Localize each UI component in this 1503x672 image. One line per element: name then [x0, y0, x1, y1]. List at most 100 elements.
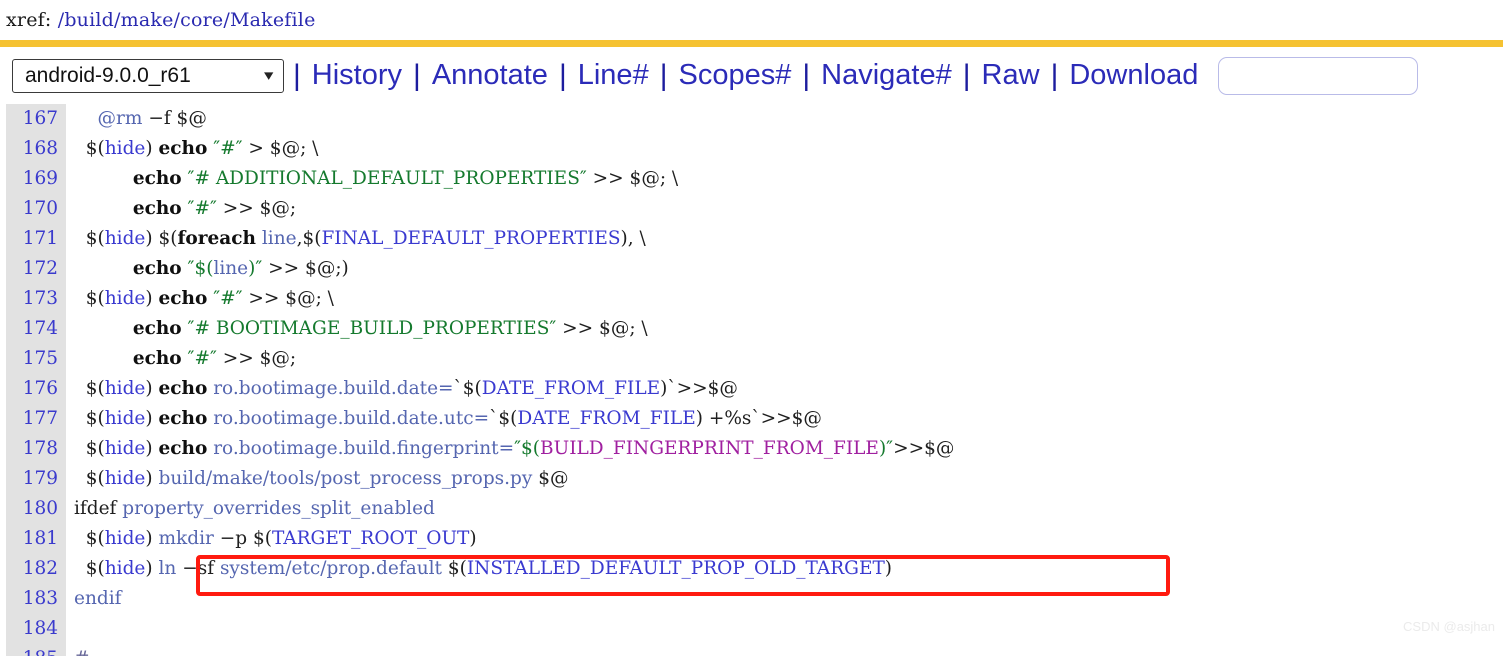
- code-token: >> $@; \: [242, 288, 334, 309]
- code-token: $(: [74, 438, 105, 459]
- toolbar-separator: |: [962, 58, 971, 92]
- line-number[interactable]: 172: [6, 254, 66, 284]
- code-token[interactable]: DATE_FROM_FILE: [482, 378, 660, 399]
- code-token: $@: [532, 468, 569, 489]
- code-token: $(: [74, 408, 105, 429]
- code-token[interactable]: hide: [105, 558, 146, 579]
- toolbar-separator: |: [1050, 58, 1059, 92]
- code-token: > $@; \: [242, 138, 319, 159]
- line-number[interactable]: 168: [6, 134, 66, 164]
- line-number[interactable]: 170: [6, 194, 66, 224]
- code-token: echo: [158, 408, 208, 429]
- code-line: 172 echo ″$(line)″ >> $@;): [0, 254, 1503, 284]
- line-number[interactable]: 177: [6, 404, 66, 434]
- line-source: [66, 618, 74, 639]
- code-token[interactable]: hide: [105, 468, 146, 489]
- code-token: −sf: [176, 558, 220, 579]
- toolbar-separator: |: [659, 58, 668, 92]
- code-token: >> $@; \: [556, 318, 648, 339]
- code-line: 184: [0, 614, 1503, 644]
- code-token: ): [145, 438, 159, 459]
- line-source: $(hide) echo ″#″ >> $@; \: [66, 288, 334, 309]
- code-token: endif: [74, 588, 122, 609]
- code-token: ″#″: [187, 198, 217, 219]
- code-token: −p $(: [213, 528, 272, 549]
- code-token[interactable]: hide: [105, 438, 146, 459]
- code-token: ) $(: [145, 228, 178, 249]
- toolbar-separator: |: [293, 58, 301, 92]
- toolbar-link-raw[interactable]: Raw: [980, 61, 1042, 90]
- toolbar-link-annotate[interactable]: Annotate: [430, 61, 550, 90]
- code-token: ): [469, 528, 477, 549]
- line-number[interactable]: 185: [6, 644, 66, 656]
- code-token: `$(: [489, 408, 518, 429]
- code-token[interactable]: hide: [105, 288, 146, 309]
- code-line: 181 $(hide) mkdir −p $(TARGET_ROOT_OUT): [0, 524, 1503, 554]
- code-token[interactable]: TARGET_ROOT_OUT: [272, 528, 469, 549]
- code-token[interactable]: hide: [105, 378, 146, 399]
- code-line: 176 $(hide) echo ro.bootimage.build.date…: [0, 374, 1503, 404]
- code-line: 185 #: [0, 644, 1503, 656]
- code-token[interactable]: hide: [105, 228, 146, 249]
- code-token: )`>>$@: [660, 378, 738, 399]
- line-number[interactable]: 171: [6, 224, 66, 254]
- code-token: foreach: [177, 228, 256, 249]
- watermark: CSDN @asjhan: [1403, 619, 1495, 634]
- code-token[interactable]: INSTALLED_DEFAULT_PROP_OLD_TARGET: [467, 558, 885, 579]
- line-number[interactable]: 182: [6, 554, 66, 584]
- code-token[interactable]: hide: [105, 408, 146, 429]
- code-token: ): [145, 468, 159, 489]
- line-number[interactable]: 181: [6, 524, 66, 554]
- line-number[interactable]: 184: [6, 614, 66, 644]
- code-token[interactable]: DATE_FROM_FILE: [517, 408, 695, 429]
- code-line: 175 echo ″#″ >> $@;: [0, 344, 1503, 374]
- code-token: $(: [74, 138, 105, 159]
- line-number[interactable]: 179: [6, 464, 66, 494]
- line-source: echo ″#″ >> $@;: [66, 348, 296, 369]
- code-token: build/make/tools/post_process_props.py: [158, 468, 533, 489]
- code-token[interactable]: hide: [105, 138, 146, 159]
- line-number[interactable]: 169: [6, 164, 66, 194]
- line-number[interactable]: 183: [6, 584, 66, 614]
- code-token[interactable]: BUILD_FINGERPRINT_FROM_FILE: [540, 438, 879, 459]
- code-token: ) +%s`>>$@: [695, 408, 822, 429]
- line-number[interactable]: 174: [6, 314, 66, 344]
- code-token: ,$(: [296, 228, 322, 249]
- code-token[interactable]: FINAL_DEFAULT_PROPERTIES: [321, 228, 620, 249]
- search-input[interactable]: [1218, 56, 1419, 95]
- code-token: ro.bootimage.build.date.utc=: [213, 408, 490, 429]
- line-source: $(hide) echo ro.bootimage.build.date=`$(…: [66, 378, 738, 399]
- line-number[interactable]: 167: [6, 104, 66, 134]
- code-line: 173 $(hide) echo ″#″ >> $@; \: [0, 284, 1503, 314]
- toolbar-link-history[interactable]: History: [310, 61, 404, 90]
- code-token: )″: [878, 438, 894, 459]
- code-token: line: [261, 228, 297, 249]
- code-token: `$(: [453, 378, 482, 399]
- line-number[interactable]: 173: [6, 284, 66, 314]
- code-token: ): [145, 378, 159, 399]
- line-source: echo ″#″ >> $@;: [66, 198, 296, 219]
- code-token: ″# BOOTIMAGE_BUILD_PROPERTIES″: [187, 318, 557, 339]
- line-number[interactable]: 178: [6, 434, 66, 464]
- line-number[interactable]: 180: [6, 494, 66, 524]
- chevron-down-icon: ▾: [264, 67, 274, 84]
- line-source: $(hide) echo ro.bootimage.build.date.utc…: [66, 408, 822, 429]
- code-line: 174 echo ″# BOOTIMAGE_BUILD_PROPERTIES″ …: [0, 314, 1503, 344]
- code-token: ): [145, 558, 159, 579]
- source-code[interactable]: 167 @rm −f $@ 168 $(hide) echo ″#″ > $@; …: [0, 104, 1503, 656]
- line-number[interactable]: 176: [6, 374, 66, 404]
- line-number[interactable]: 175: [6, 344, 66, 374]
- toolbar-link-download[interactable]: Download: [1067, 61, 1200, 90]
- toolbar-link-navigate[interactable]: Navigate#: [819, 61, 954, 90]
- code-token[interactable]: hide: [105, 528, 146, 549]
- toolbar-link-scopes[interactable]: Scopes#: [677, 61, 794, 90]
- toolbar-link-line-numbers[interactable]: Line#: [576, 61, 651, 90]
- project-version-select[interactable]: android-9.0.0_r61 ▾: [12, 58, 284, 93]
- line-source: $(hide) $(foreach line,$(FINAL_DEFAULT_P…: [66, 228, 646, 249]
- code-token: $(: [74, 558, 105, 579]
- code-token: echo: [158, 288, 208, 309]
- toolbar-separator: |: [802, 58, 811, 92]
- code-token: echo: [158, 438, 208, 459]
- code-line: 167 @rm −f $@: [0, 104, 1503, 134]
